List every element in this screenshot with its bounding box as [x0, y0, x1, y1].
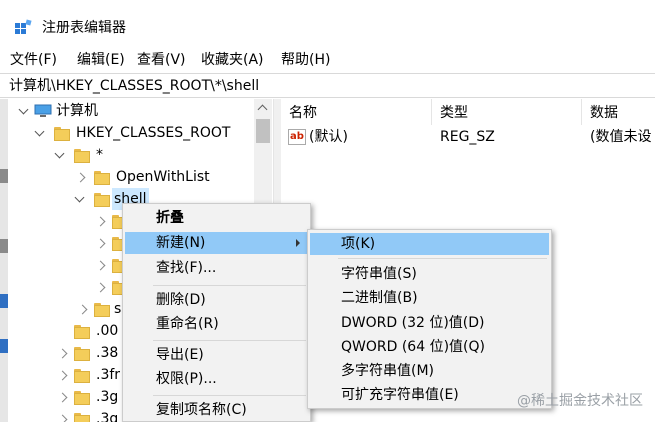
menu-item-delete[interactable]: 删除(D) [125, 289, 308, 311]
menu-item-collapse[interactable]: 折叠 [125, 207, 308, 229]
submenu-item-binary-value[interactable]: 二进制值(B) [310, 287, 549, 309]
tree-item-child[interactable] [0, 254, 128, 276]
menu-item-copy-key-name[interactable]: 复制项名称(C) [125, 399, 308, 421]
menu-separator [153, 395, 306, 396]
expand-chevron-icon[interactable] [18, 100, 30, 122]
menu-view[interactable]: 查看(V) [137, 51, 186, 69]
submenu-item-string-value[interactable]: 字符串值(S) [310, 263, 549, 285]
column-header-data[interactable]: 数据 [582, 99, 655, 125]
submenu-item-qword-value[interactable]: QWORD (64 位)值(Q) [310, 336, 549, 358]
collapse-chevron-icon[interactable] [96, 232, 108, 254]
collapse-chevron-icon[interactable] [96, 210, 108, 232]
collapse-chevron-icon[interactable] [76, 166, 88, 188]
title-bar: 注册表编辑器 [0, 0, 655, 44]
tree-label-ext: .38 [96, 345, 119, 361]
folder-icon [74, 413, 90, 422]
string-value-icon: ab [288, 129, 306, 145]
menu-separator [153, 340, 306, 341]
folder-icon [54, 127, 70, 141]
menu-file[interactable]: 文件(F) [10, 51, 57, 69]
column-header-type[interactable]: 类型 [432, 99, 582, 125]
folder-icon [94, 171, 110, 185]
context-menu: 折叠 新建(N) 查找(F)... 删除(D) 重命名(R) 导出(E) 权限(… [122, 203, 311, 422]
folder-icon [74, 149, 90, 163]
folder-icon [74, 369, 90, 383]
menu-item-new[interactable]: 新建(N) [125, 232, 308, 254]
submenu-arrow-icon [296, 239, 300, 247]
menu-item-export[interactable]: 导出(E) [125, 344, 308, 366]
address-path[interactable]: 计算机\HKEY_CLASSES_ROOT\*\shell [9, 77, 259, 95]
menu-separator [153, 285, 306, 286]
submenu-item-dword-value[interactable]: DWORD (32 位)值(D) [310, 312, 549, 334]
collapse-chevron-icon[interactable] [58, 342, 70, 364]
menu-item-rename[interactable]: 重命名(R) [125, 313, 308, 335]
new-submenu: 项(K) 字符串值(S) 二进制值(B) DWORD (32 位)值(D) QW… [307, 229, 552, 409]
value-row[interactable]: ab (默认) REG_SZ (数值未设 [281, 126, 655, 148]
tree-label-hkcr: HKEY_CLASSES_ROOT [76, 125, 231, 141]
watermark: @稀土掘金技术社区 [517, 393, 643, 409]
folder-icon [74, 347, 90, 361]
column-headers: 名称 类型 数据 [281, 99, 655, 125]
window-title: 注册表编辑器 [42, 20, 126, 36]
folder-icon [94, 193, 110, 207]
tree-label-ext: .3fr [96, 367, 121, 383]
submenu-item-key[interactable]: 项(K) [310, 233, 549, 255]
tree-item-ext-3fr[interactable]: .3fr [0, 364, 124, 386]
tree-item-openwithlist[interactable]: OpenWithList [0, 166, 254, 188]
tree-label-computer: 计算机 [56, 103, 98, 119]
column-header-name[interactable]: 名称 [281, 99, 432, 125]
tree-item-ext-3g2[interactable]: .3g [0, 408, 124, 422]
expand-chevron-icon[interactable] [74, 188, 86, 210]
submenu-item-multi-string-value[interactable]: 多字符串值(M) [310, 360, 549, 382]
menu-item-find[interactable]: 查找(F)... [125, 257, 308, 279]
menu-edit[interactable]: 编辑(E) [77, 51, 125, 69]
tree-item-star[interactable]: * [0, 144, 254, 166]
folder-icon [94, 303, 110, 317]
scroll-up-arrow-icon[interactable] [254, 99, 272, 116]
tree-item-ext-3g[interactable]: .3g [0, 386, 124, 408]
folder-icon [74, 325, 90, 339]
tree-item-child[interactable] [0, 276, 128, 298]
tree-label-ext: .3g [96, 411, 119, 422]
tree-label-ext: .00 [96, 323, 119, 339]
tree-item-child[interactable] [0, 210, 128, 232]
menu-favorites[interactable]: 收藏夹(A) [201, 51, 264, 69]
collapse-chevron-icon[interactable] [78, 298, 90, 320]
menu-separator [338, 258, 547, 259]
value-name: (默认) [309, 129, 348, 145]
collapse-chevron-icon[interactable] [58, 386, 70, 408]
expand-chevron-icon[interactable] [54, 144, 66, 166]
tree-item-child[interactable] [0, 232, 128, 254]
scroll-thumb[interactable] [256, 119, 270, 143]
tree-label-ext: .3g [96, 389, 119, 405]
folder-icon [74, 391, 90, 405]
regedit-icon [15, 19, 32, 34]
value-data: (数值未设 [590, 129, 652, 145]
collapse-chevron-icon[interactable] [96, 276, 108, 298]
submenu-item-expandable-string-value[interactable]: 可扩充字符串值(E) [310, 384, 549, 406]
menu-help[interactable]: 帮助(H) [281, 51, 330, 69]
collapse-chevron-icon[interactable] [96, 254, 108, 276]
menu-bar: 文件(F) 编辑(E) 查看(V) 收藏夹(A) 帮助(H) [0, 46, 655, 72]
collapse-chevron-icon[interactable] [58, 364, 70, 386]
computer-icon [34, 104, 52, 117]
collapse-chevron-icon[interactable] [58, 408, 70, 422]
tree-item-computer[interactable]: 计算机 [0, 100, 254, 122]
expand-chevron-icon[interactable] [34, 122, 46, 144]
menu-item-permissions[interactable]: 权限(P)... [125, 368, 308, 390]
tree-label-openwithlist: OpenWithList [116, 169, 210, 185]
value-type: REG_SZ [440, 129, 495, 145]
address-bar[interactable]: 计算机\HKEY_CLASSES_ROOT\*\shell [0, 73, 655, 98]
tree-label-star: * [96, 147, 103, 163]
tree-item-ext-00[interactable]: .00 [0, 320, 124, 342]
tree-item-s[interactable]: s [0, 298, 124, 320]
tree-item-ext-38[interactable]: .38 [0, 342, 124, 364]
tree-item-hkcr[interactable]: HKEY_CLASSES_ROOT [0, 122, 254, 144]
